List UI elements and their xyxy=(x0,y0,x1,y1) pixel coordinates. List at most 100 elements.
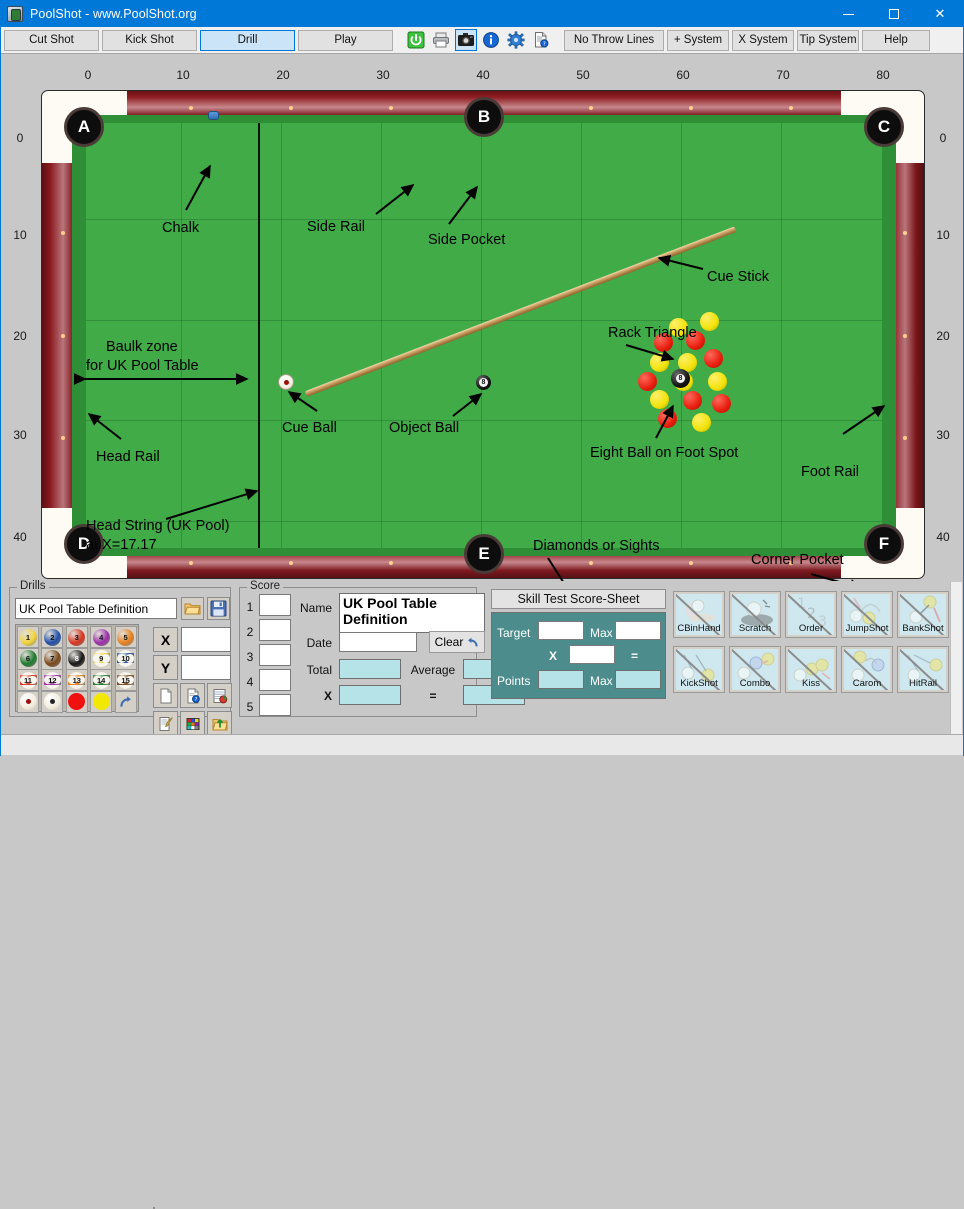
ball-button-4[interactable]: 4 xyxy=(90,626,113,648)
shot-type-button-kickshot[interactable]: KickShot xyxy=(673,646,725,693)
cue-ball-red-dot-button[interactable] xyxy=(17,690,39,713)
score-row-label-1: 1 xyxy=(246,600,254,614)
score-row-label-4: 4 xyxy=(246,675,254,689)
panel-scrollbar[interactable] xyxy=(950,582,962,754)
gear-icon[interactable] xyxy=(505,29,527,51)
annotation-rack-triangle: Rack Triangle xyxy=(608,325,697,341)
button-plus-system[interactable]: + System xyxy=(667,29,729,51)
y-coordinate-button[interactable]: Y xyxy=(153,655,178,680)
ball-button-10[interactable]: 10 xyxy=(114,647,137,670)
info-icon[interactable] xyxy=(480,29,502,51)
shot-type-button-combo[interactable]: Combo xyxy=(729,646,781,693)
camera-icon[interactable] xyxy=(455,29,477,51)
ball-button-3[interactable]: 3 xyxy=(65,626,88,648)
score-total-value xyxy=(339,659,401,679)
ball-sphere: 3 xyxy=(68,628,86,646)
tab-kick-shot[interactable]: Kick Shot xyxy=(102,29,197,51)
x-coordinate-input[interactable] xyxy=(181,627,231,652)
yellow-ball-button[interactable] xyxy=(90,690,113,713)
pool-table[interactable]: A B C D E F 8 8 xyxy=(41,90,925,579)
maximize-button[interactable] xyxy=(871,1,917,27)
edit-quill-icon[interactable] xyxy=(153,711,178,736)
export-folder-icon[interactable] xyxy=(207,711,232,736)
drill-name-input[interactable] xyxy=(15,598,177,619)
rack-ball[interactable] xyxy=(650,390,669,409)
object-ball[interactable]: 8 xyxy=(476,375,491,390)
ball-button-13[interactable]: 13 xyxy=(65,669,88,692)
rack-ball[interactable] xyxy=(683,391,702,410)
ball-button-9[interactable]: 9 xyxy=(90,647,113,670)
ball-button-2[interactable]: 2 xyxy=(41,626,64,648)
ball-button-1[interactable]: 1 xyxy=(17,626,39,648)
pocket-a[interactable]: A xyxy=(64,107,104,147)
button-help[interactable]: Help xyxy=(862,29,930,51)
document-help-icon[interactable]: ? xyxy=(530,29,552,51)
tab-drill[interactable]: Drill xyxy=(200,29,295,51)
open-folder-icon[interactable] xyxy=(181,597,204,620)
shot-type-button-carom[interactable]: Carom xyxy=(841,646,893,693)
ball-button-6[interactable]: 6 xyxy=(17,647,39,670)
ball-button-15[interactable]: 15 xyxy=(114,669,137,692)
ball-button-7[interactable]: 7 xyxy=(41,647,64,670)
pocket-e[interactable]: E xyxy=(464,534,504,574)
pocket-f[interactable]: F xyxy=(864,524,904,564)
shot-type-button-kiss[interactable]: Kiss xyxy=(785,646,837,693)
rack-ball[interactable] xyxy=(638,372,657,391)
cue-ball[interactable] xyxy=(278,374,294,390)
color-palette-icon[interactable] xyxy=(180,711,205,736)
pocket-c[interactable]: C xyxy=(864,107,904,147)
ball-sphere: 7 xyxy=(43,650,61,668)
score-date-input[interactable] xyxy=(339,632,417,652)
ball-button-12[interactable]: 12 xyxy=(41,669,64,692)
close-button[interactable]: ✕ xyxy=(917,1,963,27)
red-ball-button[interactable] xyxy=(65,690,88,713)
rack-ball[interactable] xyxy=(712,394,731,413)
document-help-icon[interactable]: ? xyxy=(180,683,205,708)
shot-type-button-order[interactable]: 1 2 3 Order xyxy=(785,591,837,638)
ball-button-8[interactable]: 8 xyxy=(65,647,88,670)
button-tip-system[interactable]: Tip System xyxy=(797,29,859,51)
rack-ball[interactable] xyxy=(708,372,727,391)
skill-multiply-input[interactable] xyxy=(569,645,615,664)
rack-ball[interactable] xyxy=(700,312,719,331)
eight-ball[interactable]: 8 xyxy=(671,369,690,388)
ball-number: 15 xyxy=(121,675,130,685)
x-coordinate-button[interactable]: X xyxy=(153,627,178,652)
button-x-system[interactable]: X System xyxy=(732,29,794,51)
target-input[interactable] xyxy=(538,621,584,640)
new-document-icon[interactable] xyxy=(153,683,178,708)
y-coordinate-input[interactable] xyxy=(181,655,231,680)
button-no-throw-lines[interactable]: No Throw Lines xyxy=(564,29,664,51)
shot-type-button-cbinhand[interactable]: CBinHand xyxy=(673,591,725,638)
pocket-b[interactable]: B xyxy=(464,97,504,137)
shot-type-button-scratch[interactable]: Scratch xyxy=(729,591,781,638)
shot-type-button-jumpshot[interactable]: JumpShot xyxy=(841,591,893,638)
clear-button[interactable]: Clear xyxy=(429,631,485,653)
shot-type-button-bankshot[interactable]: BankShot xyxy=(897,591,949,638)
report-table-icon[interactable] xyxy=(207,683,232,708)
table-cloth[interactable] xyxy=(86,123,882,548)
rack-ball[interactable] xyxy=(650,353,669,372)
undo-arrow-button[interactable] xyxy=(114,690,137,713)
skill-test-header[interactable]: Skill Test Score-Sheet xyxy=(491,589,666,609)
shot-type-button-hitrail[interactable]: HitRail xyxy=(897,646,949,693)
rack-ball[interactable] xyxy=(692,413,711,432)
power-icon[interactable] xyxy=(405,29,427,51)
target-max-input[interactable] xyxy=(615,621,661,640)
pool-table-view[interactable]: 0 10 20 30 40 50 60 70 80 0 10 20 30 40 … xyxy=(1,54,963,581)
chalk[interactable] xyxy=(208,111,219,120)
rack-ball[interactable] xyxy=(704,349,723,368)
save-disk-icon[interactable] xyxy=(207,597,230,620)
ball-button-11[interactable]: 11 xyxy=(17,669,39,692)
printer-icon[interactable] xyxy=(430,29,452,51)
tab-cut-shot[interactable]: Cut Shot xyxy=(4,29,99,51)
minimize-button[interactable] xyxy=(825,1,871,27)
tab-play[interactable]: Play xyxy=(298,29,393,51)
ball-number: 3 xyxy=(74,632,79,642)
cue-ball-black-dot-button[interactable] xyxy=(41,690,64,713)
ball-button-14[interactable]: 14 xyxy=(90,669,113,692)
ball-button-5[interactable]: 5 xyxy=(114,626,137,648)
rack-ball[interactable] xyxy=(658,409,677,428)
bank-shot-icon: BankShot xyxy=(900,594,946,635)
score-name-value[interactable]: UK Pool Table Definition xyxy=(339,593,485,633)
